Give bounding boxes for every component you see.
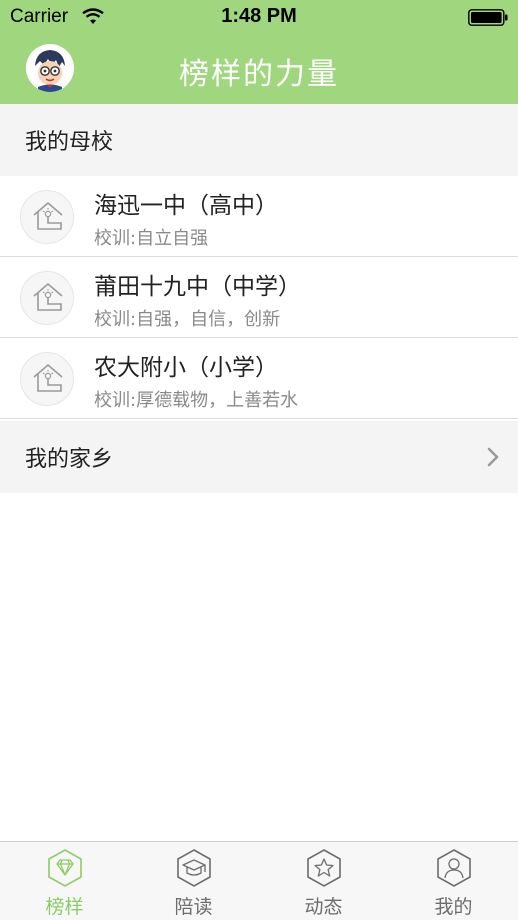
user-icon [437, 849, 471, 887]
status-bar: Carrier 1:48 PM [0, 0, 518, 34]
section-title-alma-mater: 我的母校 [25, 130, 114, 155]
battery-icon [468, 9, 508, 26]
section-alma-mater: 我的母校 [0, 104, 518, 176]
tab-label: 我的 [434, 896, 473, 918]
school-name: 海迅一中（高中） [94, 193, 278, 219]
clock: 1:48 PM [221, 5, 297, 27]
school-row[interactable]: 海迅一中（高中） 校训:自立自强 [0, 176, 518, 257]
tab-peidu[interactable]: 陪读 [129, 842, 258, 920]
diamond-icon [48, 849, 82, 887]
section-title-hometown: 我的家乡 [25, 447, 114, 472]
section-hometown[interactable]: 我的家乡 [0, 421, 518, 493]
school-motto: 校训:厚德载物，上善若水 [94, 390, 299, 411]
nav-bar: 榜样的力量 [0, 34, 518, 104]
tab-bar: 榜样 陪读 动态 我的 [0, 841, 518, 920]
tab-label: 动态 [304, 896, 343, 918]
school-row[interactable]: 农大附小（小学） 校训:厚德载物，上善若水 [0, 338, 518, 419]
tab-label: 榜样 [45, 896, 84, 918]
graduation-cap-icon [177, 849, 211, 887]
chevron-right-icon [487, 447, 499, 467]
tab-bangyang[interactable]: 榜样 [0, 842, 129, 920]
school-house-icon [20, 271, 74, 325]
school-row[interactable]: 莆田十九中（中学） 校训:自强，自信，创新 [0, 257, 518, 338]
school-motto: 校训:自强，自信，创新 [94, 309, 281, 330]
tab-dongtai[interactable]: 动态 [259, 842, 388, 920]
school-motto: 校训:自立自强 [94, 228, 209, 249]
tab-label: 陪读 [174, 896, 213, 918]
school-name: 莆田十九中（中学） [94, 274, 301, 300]
school-name: 农大附小（小学） [94, 355, 278, 381]
tab-wode[interactable]: 我的 [389, 842, 518, 920]
school-house-icon [20, 190, 74, 244]
page-title: 榜样的力量 [179, 57, 339, 92]
star-icon [307, 849, 341, 887]
school-house-icon [20, 352, 74, 406]
